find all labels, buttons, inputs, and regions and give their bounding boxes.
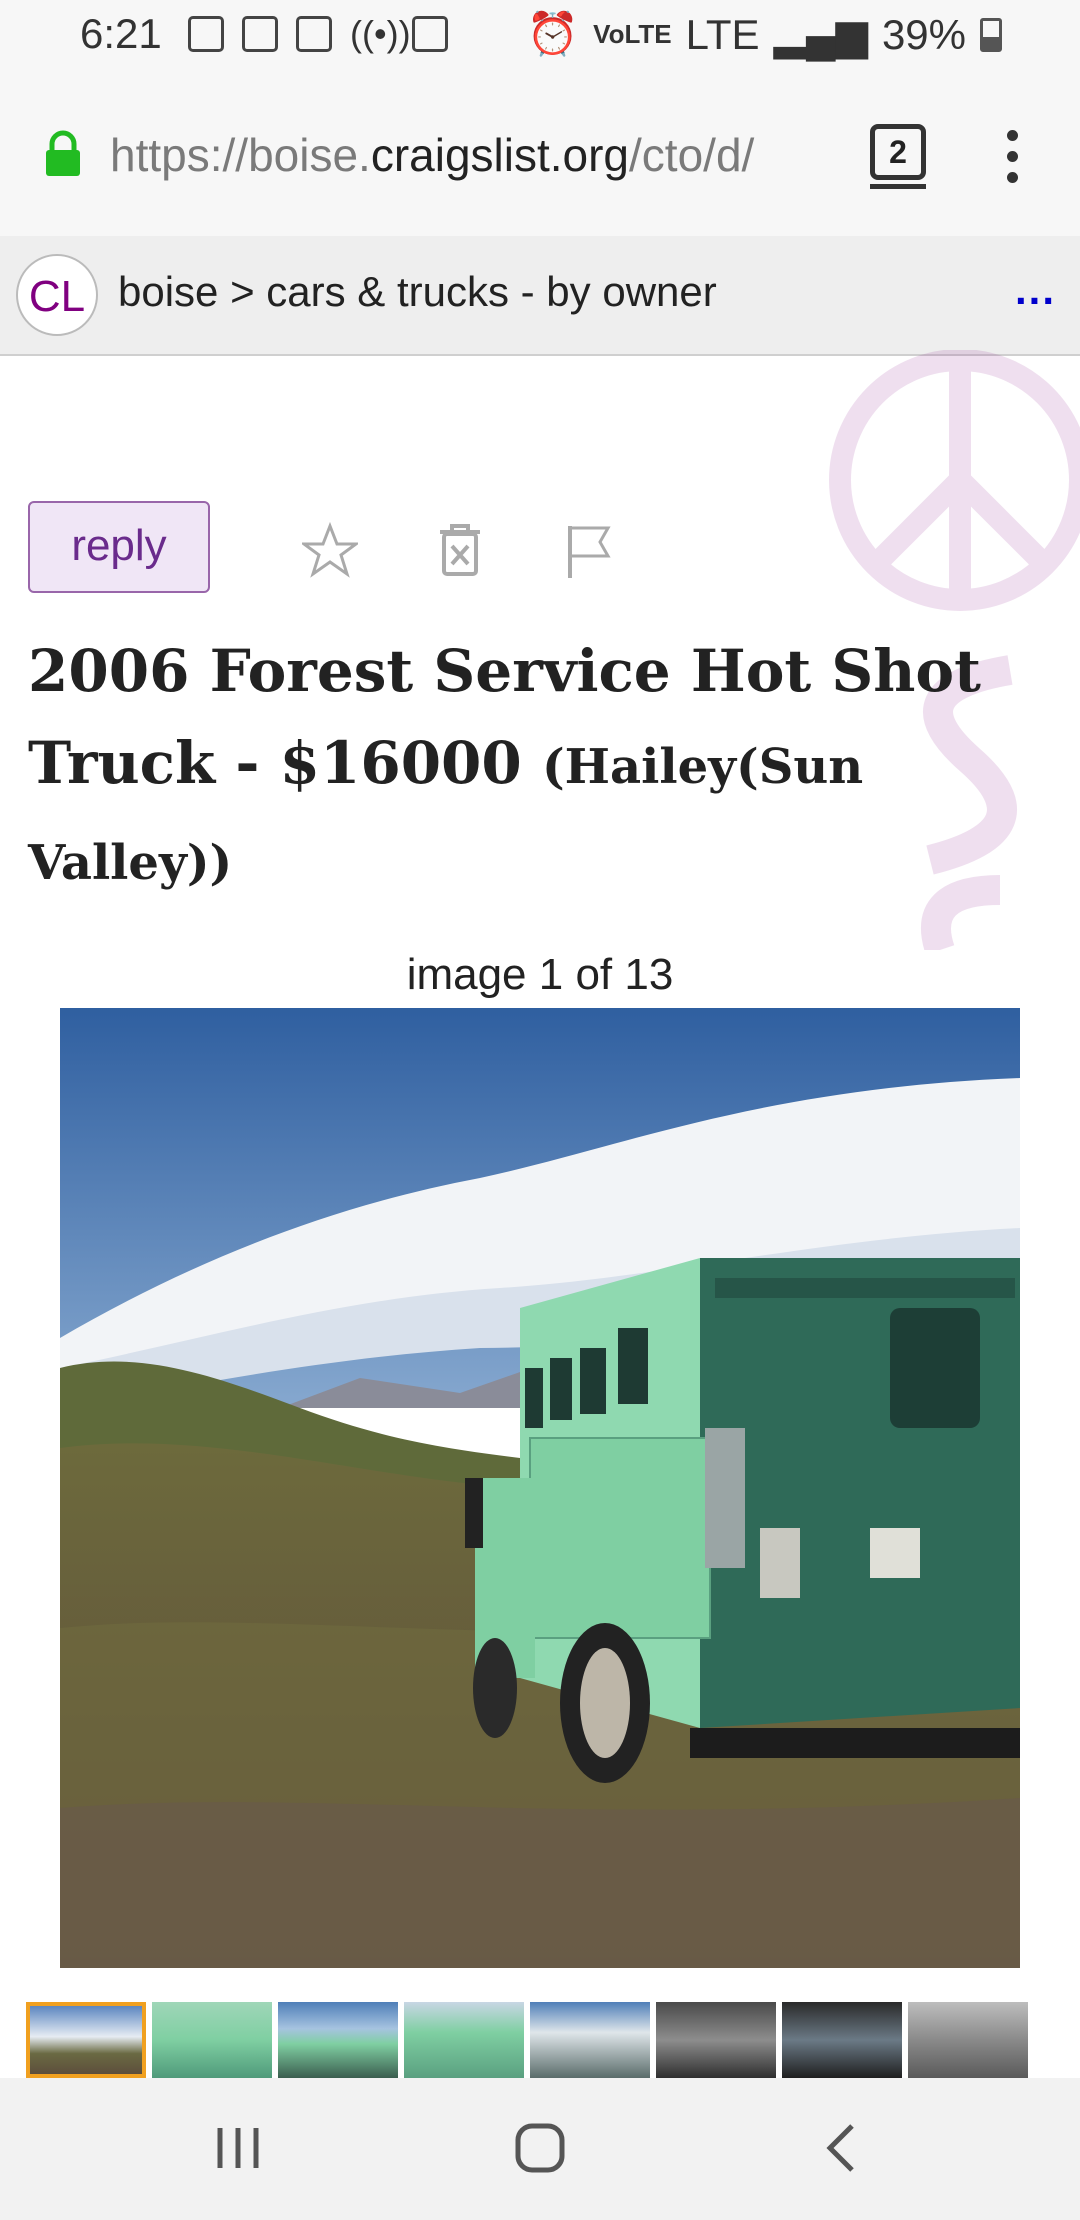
breadcrumb[interactable]: boise > cars & trucks - by owner	[118, 268, 717, 316]
thumbnail-1[interactable]	[26, 2002, 146, 2078]
url-domain: craigslist.org	[370, 129, 630, 181]
hide-trash-icon[interactable]	[432, 520, 488, 580]
url-field[interactable]: https://boise.craigslist.org/cto/d/	[110, 128, 840, 182]
browser-menu-icon[interactable]	[1000, 130, 1024, 190]
notification-icons: ((•))	[188, 16, 448, 52]
craigslist-logo[interactable]: CL	[16, 254, 98, 336]
flag-icon[interactable]	[562, 520, 618, 580]
recent-apps-icon[interactable]	[208, 2118, 268, 2178]
thumbnail-2[interactable]	[152, 2002, 272, 2078]
image-counter: image 1 of 13	[406, 950, 674, 999]
calendar-icon	[242, 16, 278, 52]
signal-icon: ▂▄▆	[773, 11, 868, 58]
tab-switcher-button[interactable]: 2	[870, 124, 926, 189]
broadcast-icon: ((•))	[350, 13, 411, 54]
thumbnail-4[interactable]	[404, 2002, 524, 2078]
browser-address-bar: https://boise.craigslist.org/cto/d/ 2	[0, 72, 1080, 237]
image-icon	[296, 16, 332, 52]
thumbnail-7[interactable]	[782, 2002, 902, 2078]
system-icons: ⏰ VoLTE LTE ▂▄▆ 39%	[527, 10, 1002, 59]
sim-icon	[412, 16, 448, 52]
thumbnail-strip	[26, 2002, 1080, 2078]
back-icon[interactable]	[812, 2118, 872, 2178]
lock-icon	[46, 130, 80, 176]
network-label: LTE	[685, 10, 760, 58]
url-suffix: /cto/d/	[629, 129, 755, 181]
reply-button[interactable]: reply	[28, 501, 210, 593]
system-navigation-bar	[0, 2078, 1080, 2220]
url-prefix: https://boise.	[110, 129, 371, 181]
breadcrumb-bar: CL boise > cars & trucks - by owner ...	[0, 236, 1080, 356]
calendar-icon	[188, 16, 224, 52]
battery-icon	[980, 17, 1002, 52]
thumbnail-8[interactable]	[908, 2002, 1028, 2078]
battery-percent: 39%	[881, 10, 966, 58]
main-listing-image[interactable]	[60, 1008, 1020, 1968]
more-menu-button[interactable]: ...	[1015, 266, 1056, 314]
thumbnail-3[interactable]	[278, 2002, 398, 2078]
status-time: 6:21	[80, 10, 162, 57]
favorite-star-icon[interactable]	[302, 520, 358, 580]
status-bar: 6:21 ((•)) ⏰ VoLTE LTE ▂▄▆ 39%	[0, 0, 1080, 72]
volte-label: VoLTE	[593, 19, 672, 49]
home-icon[interactable]	[510, 2118, 570, 2178]
alarm-icon: ⏰	[526, 10, 580, 57]
thumbnail-6[interactable]	[656, 2002, 776, 2078]
thumbnail-5[interactable]	[530, 2002, 650, 2078]
posting-title: 2006 Forest Service Hot Shot Truck - $16…	[28, 625, 1018, 909]
